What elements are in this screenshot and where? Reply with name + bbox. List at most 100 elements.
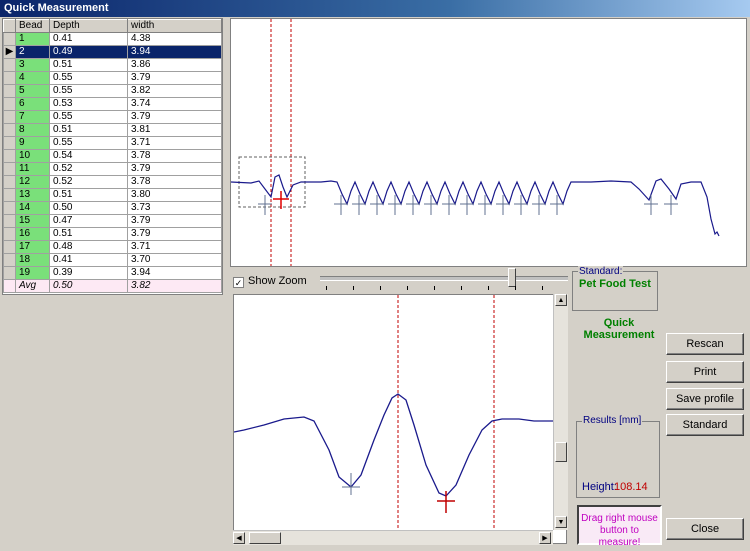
- save-profile-button[interactable]: Save profile: [666, 388, 744, 410]
- row-indicator[interactable]: [3, 136, 16, 150]
- bead-cell[interactable]: 3: [15, 58, 50, 72]
- zoom-plot-svg[interactable]: [233, 295, 554, 531]
- print-button[interactable]: Print: [666, 361, 744, 383]
- bead-cell[interactable]: 7: [15, 110, 50, 124]
- table-row[interactable]: 16 0.51 3.79: [3, 227, 222, 241]
- bead-cell[interactable]: 6: [15, 97, 50, 111]
- depth-cell[interactable]: 0.55: [49, 136, 128, 150]
- depth-cell[interactable]: 0.55: [49, 84, 128, 98]
- depth-cell[interactable]: 0.39: [49, 266, 128, 280]
- show-zoom-checkbox[interactable]: ✓: [233, 277, 244, 288]
- table-row[interactable]: 10 0.54 3.78: [3, 149, 222, 163]
- bead-cell[interactable]: 10: [15, 149, 50, 163]
- table-row[interactable]: ▶ 2 0.49 3.94: [3, 45, 222, 59]
- depth-cell[interactable]: 0.51: [49, 188, 128, 202]
- table-row[interactable]: 11 0.52 3.79: [3, 162, 222, 176]
- scroll-right-button[interactable]: ▶: [539, 532, 551, 544]
- table-row[interactable]: 5 0.55 3.82: [3, 84, 222, 98]
- profile-overview-svg[interactable]: [230, 19, 746, 266]
- width-cell[interactable]: 3.78: [127, 175, 222, 189]
- bead-cell[interactable]: 13: [15, 188, 50, 202]
- width-cell[interactable]: 3.79: [127, 110, 222, 124]
- depth-cell[interactable]: 0.47: [49, 214, 128, 228]
- depth-cell[interactable]: 0.52: [49, 175, 128, 189]
- row-indicator[interactable]: [3, 84, 16, 98]
- row-indicator[interactable]: [3, 97, 16, 111]
- vertical-scroll-thumb[interactable]: [555, 442, 567, 462]
- row-indicator[interactable]: [3, 58, 16, 72]
- table-row[interactable]: 15 0.47 3.79: [3, 214, 222, 228]
- width-cell[interactable]: 3.73: [127, 201, 222, 215]
- width-cell[interactable]: 3.94: [127, 266, 222, 280]
- bead-cell[interactable]: 16: [15, 227, 50, 241]
- depth-cell[interactable]: 0.54: [49, 149, 128, 163]
- depth-cell[interactable]: 0.51: [49, 123, 128, 137]
- zoom-slider[interactable]: [320, 268, 568, 294]
- depth-cell[interactable]: 0.49: [49, 45, 128, 59]
- row-indicator[interactable]: [3, 188, 16, 202]
- bead-cell[interactable]: 1: [15, 32, 50, 46]
- width-cell[interactable]: 3.82: [127, 84, 222, 98]
- depth-cell[interactable]: 0.55: [49, 71, 128, 85]
- width-cell[interactable]: 3.78: [127, 149, 222, 163]
- zoom-vertical-scrollbar[interactable]: ▲ ▼: [553, 294, 568, 530]
- table-row[interactable]: 3 0.51 3.86: [3, 58, 222, 72]
- table-row[interactable]: 12 0.52 3.78: [3, 175, 222, 189]
- column-header-bead[interactable]: Bead: [15, 19, 50, 33]
- width-cell[interactable]: 3.71: [127, 136, 222, 150]
- depth-cell[interactable]: 0.48: [49, 240, 128, 254]
- table-row[interactable]: 19 0.39 3.94: [3, 266, 222, 280]
- width-cell[interactable]: 3.80: [127, 188, 222, 202]
- depth-cell[interactable]: 0.50: [49, 201, 128, 215]
- row-indicator[interactable]: [3, 266, 16, 280]
- bead-cell[interactable]: 9: [15, 136, 50, 150]
- table-row[interactable]: 14 0.50 3.73: [3, 201, 222, 215]
- bead-cell[interactable]: 2: [15, 45, 50, 59]
- bead-cell[interactable]: 4: [15, 71, 50, 85]
- table-row[interactable]: 6 0.53 3.74: [3, 97, 222, 111]
- depth-cell[interactable]: 0.41: [49, 253, 128, 267]
- slider-thumb[interactable]: [508, 268, 516, 287]
- table-row[interactable]: 17 0.48 3.71: [3, 240, 222, 254]
- zoom-plot[interactable]: [233, 294, 567, 544]
- row-indicator[interactable]: [3, 32, 16, 46]
- table-row[interactable]: 7 0.55 3.79: [3, 110, 222, 124]
- row-indicator[interactable]: [3, 123, 16, 137]
- row-indicator[interactable]: [3, 162, 16, 176]
- depth-cell[interactable]: 0.55: [49, 110, 128, 124]
- rescan-button[interactable]: Rescan: [666, 333, 744, 355]
- bead-cell[interactable]: 8: [15, 123, 50, 137]
- depth-cell[interactable]: 0.51: [49, 227, 128, 241]
- close-button[interactable]: Close: [666, 518, 744, 540]
- width-cell[interactable]: 3.79: [127, 227, 222, 241]
- row-indicator[interactable]: [3, 227, 16, 241]
- width-cell[interactable]: 3.74: [127, 97, 222, 111]
- bead-cell[interactable]: 11: [15, 162, 50, 176]
- depth-cell[interactable]: 0.52: [49, 162, 128, 176]
- depth-cell[interactable]: 0.41: [49, 32, 128, 46]
- show-zoom-label[interactable]: Show Zoom: [248, 275, 307, 287]
- row-indicator[interactable]: [3, 214, 16, 228]
- bead-cell[interactable]: 19: [15, 266, 50, 280]
- row-indicator[interactable]: [3, 110, 16, 124]
- standard-button[interactable]: Standard: [666, 414, 744, 436]
- width-cell[interactable]: 3.86: [127, 58, 222, 72]
- width-cell[interactable]: 3.79: [127, 162, 222, 176]
- row-indicator[interactable]: [3, 253, 16, 267]
- table-row[interactable]: 13 0.51 3.80: [3, 188, 222, 202]
- table-row[interactable]: 9 0.55 3.71: [3, 136, 222, 150]
- table-row[interactable]: 4 0.55 3.79: [3, 71, 222, 85]
- row-indicator[interactable]: [3, 71, 16, 85]
- slider-track[interactable]: [320, 276, 568, 281]
- bead-cell[interactable]: 12: [15, 175, 50, 189]
- bead-cell[interactable]: 5: [15, 84, 50, 98]
- current-row-indicator-icon[interactable]: ▶: [3, 45, 16, 59]
- table-row[interactable]: 18 0.41 3.70: [3, 253, 222, 267]
- bead-cell[interactable]: 15: [15, 214, 50, 228]
- zoom-horizontal-scrollbar[interactable]: ◀ ▶: [233, 530, 553, 545]
- scroll-left-button[interactable]: ◀: [233, 532, 245, 544]
- bead-table[interactable]: Bead Depth width 1 0.41 4.38 ▶ 2 0.49 3.94 3 0.5…: [2, 18, 223, 295]
- width-cell[interactable]: 3.81: [127, 123, 222, 137]
- scroll-down-button[interactable]: ▼: [555, 516, 567, 528]
- width-cell[interactable]: 3.79: [127, 214, 222, 228]
